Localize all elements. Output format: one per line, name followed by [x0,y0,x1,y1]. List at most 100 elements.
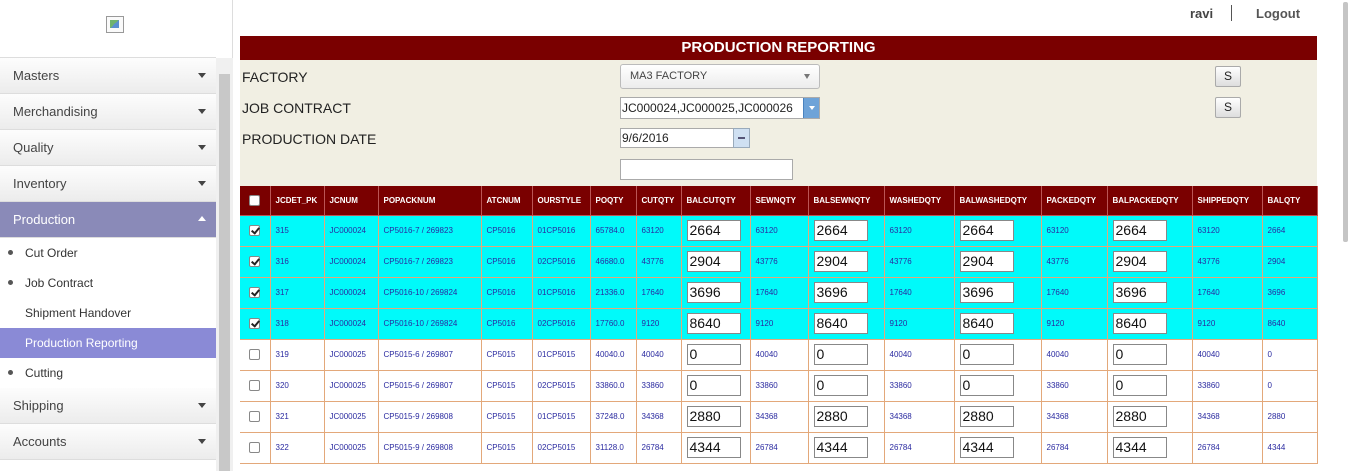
balance-input[interactable]: 8640 [813,313,868,334]
column-header[interactable]: BALQTY [1262,186,1318,216]
table-cell: 26784 [750,432,809,464]
row-select-cell [240,308,271,340]
submenu-item-cutting[interactable]: Cutting [0,358,216,388]
balance-input[interactable]: 2904 [1112,251,1167,272]
balance-input[interactable]: 2880 [959,406,1014,427]
page-scroll-thumb[interactable] [1343,2,1348,242]
production-date-input[interactable]: 9/6/2016 [620,128,735,148]
submenu-item-shipment-handover[interactable]: Shipment Handover [0,298,216,328]
balance-input[interactable]: 4344 [813,437,868,458]
column-header[interactable]: BALSEWNQTY [808,186,885,216]
extra-input[interactable] [620,159,793,180]
column-header[interactable]: BALCUTQTY [681,186,751,216]
row-checkbox[interactable] [249,225,261,236]
balance-input[interactable]: 2664 [959,220,1014,241]
balance-input[interactable]: 2904 [959,251,1014,272]
balance-input[interactable]: 3696 [686,282,741,303]
sidebar-scrollbar[interactable] [216,58,233,471]
select-all-checkbox[interactable] [249,194,261,206]
column-header[interactable]: ATCNUM [481,186,533,216]
menu-item-merchandising[interactable]: Merchandising [0,94,216,130]
table-row[interactable]: 321 JC000025 CP5015-9 / 269808 CP5015 01CP50… [240,401,1318,433]
balance-input[interactable]: 2664 [813,220,868,241]
balance-input[interactable]: 2664 [686,220,741,241]
table-row[interactable]: 315 JC000024 CP5016-7 / 269823 CP5016 01CP50… [240,215,1318,247]
balance-input[interactable]: 4344 [959,437,1014,458]
balance-input[interactable]: 0 [686,375,741,396]
row-checkbox[interactable] [249,442,261,453]
column-header[interactable]: WASHEDQTY [884,186,955,216]
menu-item-shipping[interactable]: Shipping [0,388,216,424]
table-row[interactable]: 317 JC000024 CP5016-10 / 269824 CP5016 01CP5… [240,277,1318,309]
balance-input[interactable]: 2880 [686,406,741,427]
row-checkbox[interactable] [249,287,261,298]
production-date-label: PRODUCTION DATE [242,131,377,147]
column-header[interactable]: BALPACKEDQTY [1107,186,1193,216]
balance-input[interactable]: 2904 [813,251,868,272]
submenu-item-job-contract[interactable]: Job Contract [0,268,216,298]
logout-link[interactable]: Logout [1256,6,1300,21]
table-cell: 2880 [681,401,751,433]
column-header[interactable]: SEWNQTY [750,186,809,216]
table-cell: 4344 [808,432,885,464]
table-row[interactable]: 322 JC000025 CP5015-9 / 269808 CP5015 02CP50… [240,432,1318,464]
balance-input[interactable]: 0 [813,375,868,396]
column-header[interactable]: POQTY [590,186,637,216]
column-header[interactable]: SHIPPEDQTY [1192,186,1263,216]
balance-input[interactable]: 3696 [959,282,1014,303]
balance-input[interactable]: 8640 [1112,313,1167,334]
dropdown-arrow-icon[interactable] [803,98,819,118]
menu-item-inventory[interactable]: Inventory [0,166,216,202]
menu-item-accounts[interactable]: Accounts [0,424,216,460]
balance-input[interactable]: 8640 [686,313,741,334]
sidebar-scroll-thumb[interactable] [219,74,230,471]
table-row[interactable]: 319 JC000025 CP5015-6 / 269807 CP5015 01CP50… [240,339,1318,371]
column-header[interactable]: JCDET_PK [270,186,325,216]
job-contract-search-button[interactable]: S [1215,97,1241,118]
submenu-item-production-reporting[interactable]: Production Reporting [0,328,216,358]
balance-input[interactable]: 0 [1112,375,1167,396]
balance-input[interactable]: 3696 [813,282,868,303]
menu-item-production[interactable]: Production [0,202,216,238]
caret-down-icon [198,73,206,78]
factory-search-button[interactable]: S [1215,66,1241,87]
page-scrollbar[interactable] [1341,0,1350,471]
column-header[interactable]: POPACKNUM [378,186,482,216]
row-checkbox[interactable] [249,256,261,267]
table-cell: 40040 [884,339,955,371]
column-header[interactable]: OURSTYLE [532,186,591,216]
calendar-icon[interactable] [733,128,750,148]
menu-item-quality[interactable]: Quality [0,130,216,166]
row-checkbox[interactable] [249,318,261,329]
column-header[interactable]: CUTQTY [636,186,682,216]
balance-input[interactable]: 4344 [686,437,741,458]
factory-select[interactable]: MA3 FACTORY [620,64,820,89]
filter-form: FACTORY MA3 FACTORY S JOB CONTRACT JC000… [240,60,1317,186]
balance-input[interactable]: 0 [959,344,1014,365]
menu-item-masters[interactable]: Masters [0,58,216,94]
balance-input[interactable]: 0 [1112,344,1167,365]
balance-input[interactable]: 2664 [1112,220,1167,241]
balance-input[interactable]: 2880 [813,406,868,427]
balance-input[interactable]: 8640 [959,313,1014,334]
submenu-item-cut-order[interactable]: Cut Order [0,238,216,268]
column-header[interactable]: BALWASHEDQTY [954,186,1042,216]
balance-input[interactable]: 0 [959,375,1014,396]
table-row[interactable]: 318 JC000024 CP5016-10 / 269824 CP5016 02CP5… [240,308,1318,340]
column-header[interactable]: PACKEDQTY [1041,186,1108,216]
row-checkbox[interactable] [249,349,261,360]
row-checkbox[interactable] [249,411,261,422]
table-cell: 2664 [808,215,885,247]
column-header[interactable]: JCNUM [324,186,379,216]
balance-input[interactable]: 3696 [1112,282,1167,303]
row-checkbox[interactable] [249,380,261,391]
table-row[interactable]: 316 JC000024 CP5016-7 / 269823 CP5016 02CP50… [240,246,1318,278]
balance-input[interactable]: 4344 [1112,437,1167,458]
table-row[interactable]: 320 JC000025 CP5015-6 / 269807 CP5015 02CP50… [240,370,1318,402]
balance-input[interactable]: 2904 [686,251,741,272]
job-contract-multiselect[interactable]: JC000024,JC000025,JC000026 [620,97,820,119]
balance-input[interactable]: 0 [813,344,868,365]
balance-input[interactable]: 2880 [1112,406,1167,427]
balance-input[interactable]: 0 [686,344,741,365]
table-cell: 21336.0 [590,277,637,309]
